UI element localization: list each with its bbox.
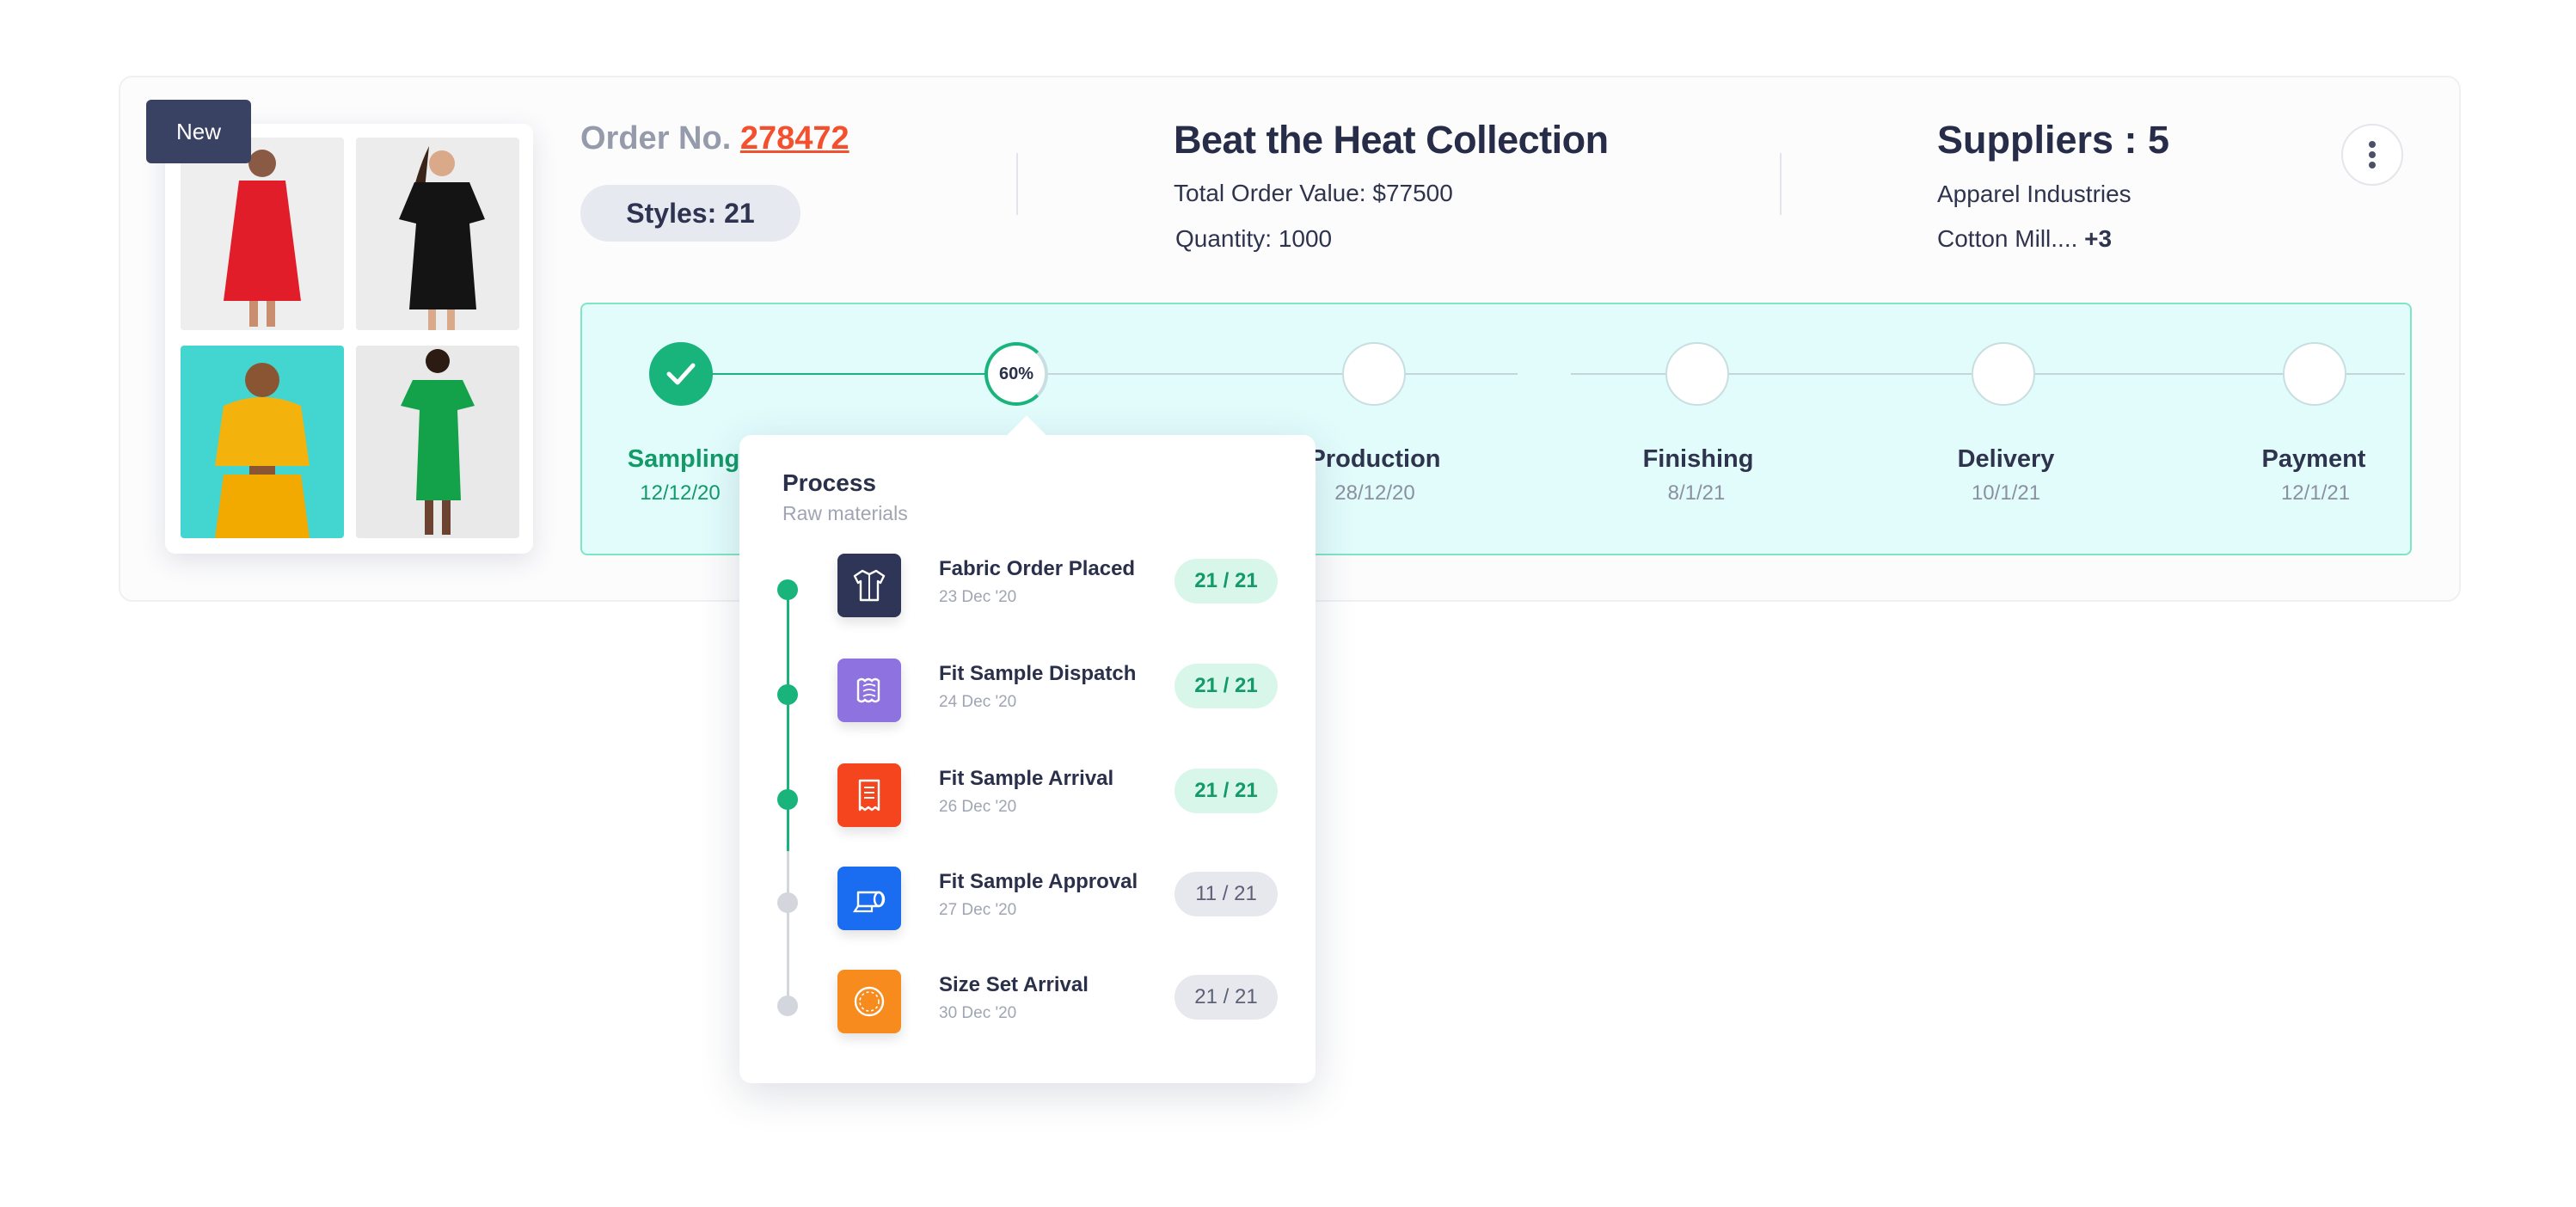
fabric-roll-icon — [837, 867, 901, 930]
step-status-dot — [777, 579, 798, 600]
style-thumbnail-yellow-set[interactable] — [181, 346, 344, 538]
stage-node-sampling[interactable] — [649, 342, 713, 406]
more-suppliers-link[interactable]: +3 — [2084, 225, 2112, 252]
stage-node-finishing[interactable] — [1665, 342, 1729, 406]
kebab-menu-icon — [2369, 141, 2376, 168]
new-badge: New — [146, 100, 251, 163]
step-date: 26 Dec '20 — [939, 798, 1017, 816]
order-number-line: Order No. 278472 — [580, 120, 849, 157]
step-name: Size Set Arrival — [939, 973, 1089, 996]
stage-date: 8/1/21 — [1667, 481, 1726, 505]
step-name: Fit Sample Dispatch — [939, 662, 1137, 685]
stage-node-payment[interactable] — [2283, 342, 2346, 406]
step-date: 23 Dec '20 — [939, 588, 1017, 606]
popover-subtitle: Raw materials — [782, 502, 908, 524]
stage-date: 12/1/21 — [2280, 481, 2351, 505]
divider — [1016, 153, 1018, 215]
fabric-swatch-icon — [837, 659, 901, 722]
stage-node-delivery[interactable] — [1972, 342, 2035, 406]
step-date: 27 Dec '20 — [939, 901, 1017, 919]
step-status-dot — [777, 892, 798, 913]
stage-label: Delivery — [1957, 445, 2055, 473]
stage-date: 28/12/20 — [1334, 481, 1415, 505]
step-date: 30 Dec '20 — [939, 1004, 1017, 1022]
supplier-name: Cotton Mill.... — [1937, 225, 2078, 252]
process-step[interactable]: Fit Sample Dispatch 24 Dec '20 21 / 21 — [739, 659, 1316, 744]
divider — [1780, 153, 1782, 215]
stage-label: Sampling — [627, 445, 740, 473]
button-icon — [837, 970, 901, 1033]
step-name: Fit Sample Approval — [939, 870, 1138, 893]
step-name: Fabric Order Placed — [939, 557, 1136, 580]
stage-date: 12/12/20 — [640, 481, 721, 505]
suppliers-title: Suppliers : 5 — [1937, 118, 2170, 162]
stage-node-production[interactable] — [1342, 342, 1406, 406]
process-step[interactable]: Fit Sample Arrival 26 Dec '20 21 / 21 — [739, 763, 1316, 849]
step-name: Fit Sample Arrival — [939, 767, 1114, 790]
total-order-value: Total Order Value: $77500 — [1174, 180, 1453, 206]
style-thumbnail-green-dress[interactable] — [356, 346, 519, 538]
shirt-icon — [837, 554, 901, 617]
style-thumbnail-red-dress[interactable] — [181, 138, 344, 330]
process-step[interactable]: Fabric Order Placed 23 Dec '20 21 / 21 — [739, 554, 1316, 640]
style-image-collage[interactable] — [165, 124, 533, 554]
stage-node-process[interactable]: 60% — [984, 342, 1048, 406]
order-label: Order No. — [580, 120, 732, 156]
process-popover: Process Raw materials Fabric Order Place… — [739, 415, 1316, 1083]
receipt-icon — [837, 763, 901, 827]
step-status-dot — [777, 684, 798, 705]
stage-label: Production — [1309, 445, 1441, 473]
step-count-badge: 11 / 21 — [1175, 872, 1278, 916]
process-step[interactable]: Fit Sample Approval 27 Dec '20 11 / 21 — [739, 867, 1316, 953]
style-thumbnail-black-dress[interactable] — [356, 138, 519, 330]
collection-title: Beat the Heat Collection — [1174, 118, 1609, 162]
step-count-badge: 21 / 21 — [1175, 559, 1278, 604]
popover-title: Process — [782, 469, 876, 496]
stage-label: Payment — [2261, 445, 2366, 473]
stage-label: Finishing — [1642, 445, 1754, 473]
supplier-list: Cotton Mill.... +3 — [1937, 225, 2112, 253]
step-count-badge: 21 / 21 — [1175, 975, 1278, 1020]
order-number-link[interactable]: 278472 — [740, 120, 849, 156]
process-step[interactable]: Size Set Arrival 30 Dec '20 21 / 21 — [739, 970, 1316, 1056]
stage-date: 10/1/21 — [1971, 481, 2041, 505]
more-options-button[interactable] — [2341, 124, 2403, 186]
check-icon — [666, 363, 696, 385]
step-status-dot — [777, 789, 798, 810]
supplier-name: Apparel Industries — [1937, 181, 2131, 207]
step-count-badge: 21 / 21 — [1175, 769, 1278, 813]
step-date: 24 Dec '20 — [939, 693, 1017, 711]
styles-count-pill[interactable]: Styles: 21 — [580, 185, 800, 242]
step-count-badge: 21 / 21 — [1175, 664, 1278, 708]
step-status-dot — [777, 996, 798, 1016]
track-line-complete — [684, 373, 1036, 375]
order-quantity: Quantity: 1000 — [1175, 225, 1333, 252]
